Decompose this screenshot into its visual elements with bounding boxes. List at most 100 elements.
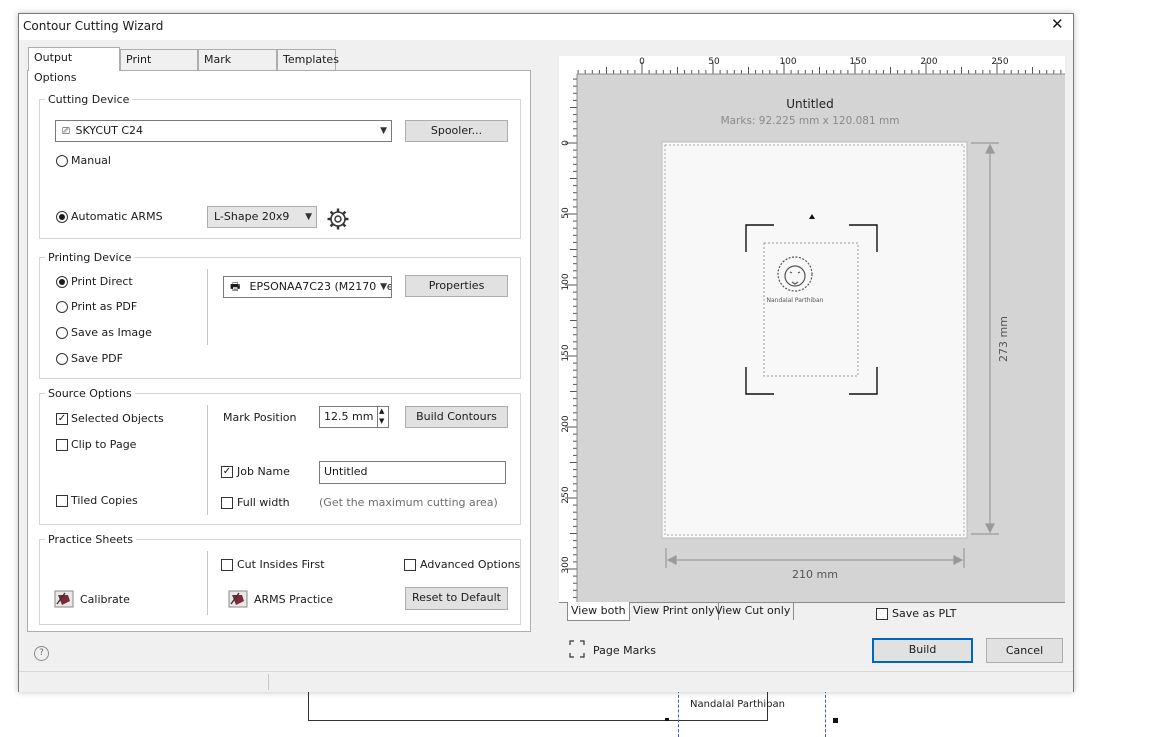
clip-to-page-label: Clip to Page (71, 438, 137, 451)
build-button[interactable]: Build (872, 638, 973, 663)
contour-cutting-dialog: Contour Cutting Wizard ✕ Output Options … (18, 13, 1074, 692)
background-guide-line (825, 690, 826, 737)
ruler-top-label: 100 (779, 57, 796, 67)
logo-caption: Nandalal Parthiban (767, 297, 824, 304)
cutter-blade-icon (54, 590, 74, 608)
tab-templates[interactable]: Templates (277, 49, 339, 70)
ruler-left-label: 50 (561, 207, 571, 219)
save-as-image-label: Save as Image (71, 326, 152, 339)
cut-insides-first-checkbox[interactable] (221, 559, 233, 571)
source-options-label: Source Options (45, 387, 135, 400)
cancel-button[interactable]: Cancel (986, 638, 1063, 663)
tab-view-print-only[interactable]: View Print only (629, 602, 719, 620)
save-as-image-radio[interactable] (56, 327, 68, 339)
chevron-down-icon: ▼ (378, 277, 387, 297)
job-name-label: Job Name (237, 465, 290, 478)
selected-objects-checkbox[interactable]: ✓ (56, 413, 68, 425)
automatic-arms-radio[interactable] (56, 211, 68, 223)
arms-shape-select[interactable]: L-Shape 20x9 ▼ (207, 206, 317, 228)
ruler-top-label: 250 (991, 57, 1008, 67)
job-name-checkbox[interactable]: ✓ (221, 466, 233, 478)
practice-sheets-label: Practice Sheets (45, 533, 136, 546)
ruler-top-label: 200 (920, 57, 937, 67)
tab-view-both[interactable]: View both (567, 602, 630, 621)
reset-to-default-button[interactable]: Reset to Default (405, 587, 508, 610)
printer-value: EPSONAA7C23 (M2170 Ser (249, 280, 392, 293)
output-options-panel: Cutting Device ⎚ SKYCUT C24 ▼ Spooler...… (27, 70, 531, 632)
tiled-copies-checkbox[interactable] (56, 495, 68, 507)
ruler-left-label: 0 (561, 140, 571, 146)
manual-label: Manual (71, 154, 111, 167)
status-bar-divider (268, 674, 269, 690)
ruler-left-label: 300 (561, 556, 571, 573)
save-as-plt-label: Save as PLT (892, 607, 957, 620)
gear-icon[interactable] (326, 207, 350, 231)
help-icon[interactable]: ? (34, 646, 49, 661)
status-bar (19, 671, 1073, 692)
marks-size-text: Marks: 92.225 mm x 120.081 mm (721, 115, 900, 127)
selected-objects-label: Selected Objects (71, 412, 164, 425)
chevron-down-icon: ▼ (305, 212, 312, 222)
print-direct-label: Print Direct (71, 275, 133, 288)
title-bar: Contour Cutting Wizard ✕ (19, 14, 1073, 40)
cut-insides-first-label: Cut Insides First (237, 558, 325, 571)
width-label: 210 mm (792, 568, 838, 581)
mark-position-stepper[interactable]: ▲ ▼ (377, 406, 389, 428)
build-contours-button[interactable]: Build Contours (405, 406, 508, 428)
clip-to-page-checkbox[interactable] (56, 439, 68, 451)
tiled-copies-label: Tiled Copies (71, 494, 138, 507)
tab-output-options[interactable]: Output Options (28, 47, 120, 84)
background-selection-handle (833, 718, 838, 723)
printer-icon: 🖶 (230, 280, 241, 293)
print-direct-radio[interactable] (56, 276, 68, 288)
cutting-device-select[interactable]: ⎚ SKYCUT C24 ▼ (55, 120, 392, 142)
practice-sheets-group (39, 539, 521, 625)
preview-canvas: 0 50 100 150 200 250 0 50 100 150 200 25… (559, 56, 1065, 602)
cutter-icon: ⎚ (62, 126, 70, 137)
page-preview (661, 141, 968, 539)
ruler-left-label: 100 (561, 273, 571, 290)
cutting-device-label: Cutting Device (45, 93, 133, 106)
properties-button[interactable]: Properties (405, 275, 508, 297)
window-title: Contour Cutting Wizard (23, 19, 164, 33)
page-marks-icon[interactable] (569, 640, 585, 658)
arms-shape-value: L-Shape 20x9 (214, 210, 290, 223)
mark-position-input[interactable]: 12.5 mm (319, 406, 377, 428)
manual-radio[interactable] (56, 155, 68, 167)
background-logo-caption: Nandalal Parthiban (690, 699, 785, 710)
calibrate-label[interactable]: Calibrate (80, 593, 130, 606)
tab-view-cut-only[interactable]: View Cut only (712, 602, 795, 620)
save-pdf-radio[interactable] (56, 353, 68, 365)
advanced-options-checkbox[interactable] (404, 559, 416, 571)
advanced-options-label: Advanced Options (420, 558, 521, 571)
close-icon[interactable]: ✕ (1051, 17, 1064, 32)
cutting-device-value: SKYCUT C24 (75, 124, 144, 137)
ruler-top-label: 50 (708, 57, 720, 67)
ruler-top-label: 0 (639, 57, 645, 67)
save-pdf-label: Save PDF (71, 352, 123, 365)
arms-practice-label[interactable]: ARMS Practice (254, 593, 333, 606)
tab-mark-options[interactable]: Mark Options (198, 49, 277, 86)
printer-select[interactable]: 🖶 EPSONAA7C23 (M2170 Ser ▼ (223, 276, 392, 298)
stepper-down-icon[interactable]: ▼ (379, 415, 384, 428)
preview-title: Untitled (786, 97, 833, 111)
height-label: 273 mm (997, 316, 1010, 362)
divider (207, 551, 208, 615)
ruler-left-label: 200 (561, 415, 571, 432)
print-as-pdf-radio[interactable] (56, 301, 68, 313)
spooler-button[interactable]: Spooler... (405, 120, 508, 142)
full-width-label: Full width (237, 496, 290, 509)
background-guide-line (678, 690, 679, 737)
tab-print-options[interactable]: Print Options (120, 49, 198, 86)
full-width-hint: (Get the maximum cutting area) (319, 496, 498, 509)
ruler-left-label: 150 (561, 344, 571, 361)
chevron-down-icon: ▼ (380, 126, 387, 136)
divider (207, 405, 208, 515)
mark-position-label: Mark Position (223, 411, 297, 424)
full-width-checkbox[interactable] (221, 497, 233, 509)
page-marks-label[interactable]: Page Marks (593, 644, 656, 657)
divider (207, 269, 208, 345)
print-as-pdf-label: Print as PDF (71, 300, 138, 313)
job-name-input[interactable]: Untitled (319, 461, 506, 484)
save-as-plt-checkbox[interactable] (876, 608, 888, 620)
